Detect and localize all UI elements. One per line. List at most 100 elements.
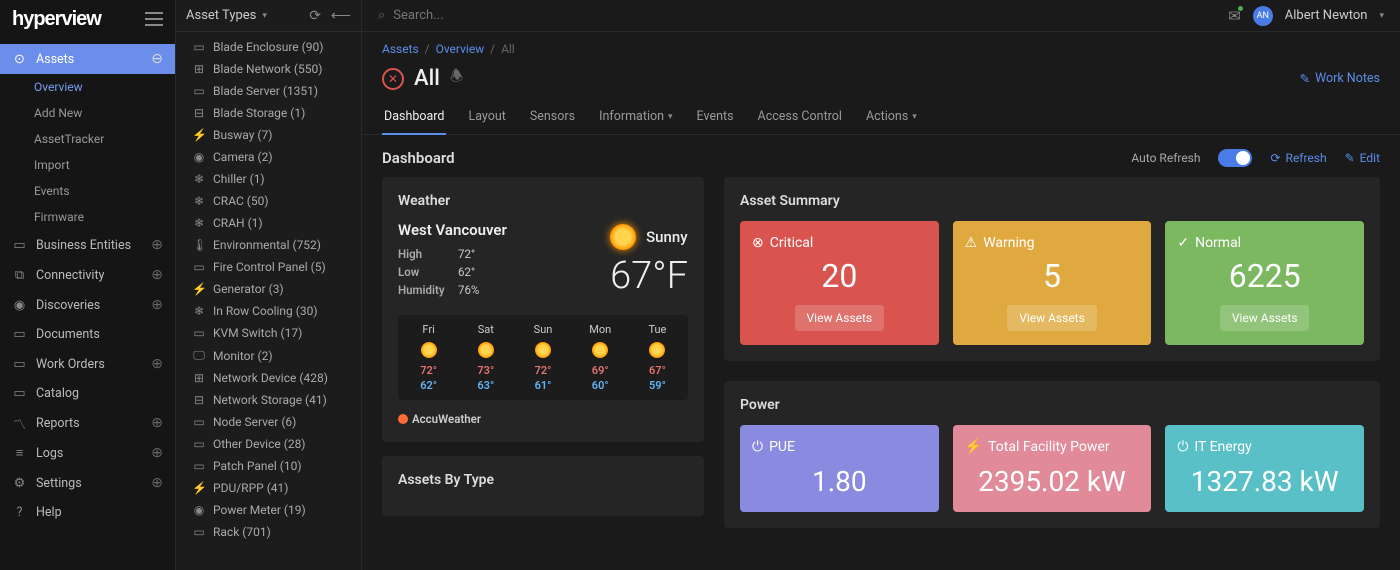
nav-connectivity[interactable]: ⧉Connectivity⊕	[0, 260, 175, 290]
weather-condition: Sunny	[646, 228, 687, 246]
chevron-down-icon[interactable]: ▾	[1379, 11, 1384, 21]
type-icon: ⊞	[192, 371, 206, 385]
work-notes-button[interactable]: ✎Work Notes	[1300, 71, 1380, 87]
edit-button[interactable]: ✎Edit	[1345, 151, 1380, 165]
nav-sub-add-new[interactable]: Add New	[0, 100, 175, 126]
nav-assets[interactable]: ⊙Assets ⊖	[0, 44, 175, 74]
tree-item[interactable]: 🖵Monitor (2)	[176, 344, 361, 367]
tabs: Dashboard Layout Sensors Information▾ Events…	[362, 101, 1400, 135]
tab-sensors[interactable]: Sensors	[528, 101, 577, 134]
tree-item[interactable]: ⊞Network Device (428)	[176, 367, 361, 389]
expand-icon[interactable]: ⊕	[151, 356, 163, 372]
tab-actions[interactable]: Actions▾	[864, 101, 919, 134]
avatar[interactable]: AN	[1253, 6, 1273, 26]
view-normal-button[interactable]: View Assets	[1220, 305, 1310, 331]
nav-reports[interactable]: 〽Reports⊕	[0, 408, 175, 438]
check-icon: ✓	[1177, 235, 1189, 251]
chart-icon: 〽	[12, 416, 27, 431]
tree-item[interactable]: ▭Blade Enclosure (90)	[176, 36, 361, 58]
type-icon: ◉	[192, 150, 206, 164]
sun-icon	[478, 342, 494, 358]
list-icon: ≡	[12, 446, 27, 461]
nav-work-orders[interactable]: ▭Work Orders⊕	[0, 349, 175, 379]
asset-summary-card: Asset Summary ⊗Critical 20 View Assets ⚠…	[724, 177, 1380, 361]
bell-icon[interactable]: 🕭	[450, 66, 463, 91]
view-warning-button[interactable]: View Assets	[1007, 305, 1097, 331]
tab-information[interactable]: Information▾	[597, 101, 674, 134]
tab-access-control[interactable]: Access Control	[756, 101, 844, 134]
tree-item[interactable]: ▭KVM Switch (17)	[176, 322, 361, 344]
nav-business-entities[interactable]: ▭Business Entities⊕	[0, 230, 175, 260]
global-search[interactable]: ⌕	[378, 8, 693, 23]
nav-sub-events[interactable]: Events	[0, 178, 175, 204]
folder-icon: ▭	[12, 327, 27, 342]
tree-item[interactable]: ▭Node Server (6)	[176, 411, 361, 433]
nav-catalog[interactable]: ▭Catalog	[0, 379, 175, 408]
type-icon: ⚡	[192, 481, 206, 495]
expand-icon[interactable]: ⊕	[151, 445, 163, 461]
nav-sub-assettracker[interactable]: AssetTracker	[0, 126, 175, 152]
type-icon: ▭	[192, 437, 206, 451]
tree-item[interactable]: ⚡Busway (7)	[176, 124, 361, 146]
link-icon: ⧉	[12, 268, 27, 283]
forecast-day: Tue67°59°	[631, 323, 684, 392]
user-name[interactable]: Albert Newton	[1285, 8, 1368, 23]
tree-item[interactable]: ◉Power Meter (19)	[176, 499, 361, 521]
tree-item[interactable]: ⚡Generator (3)	[176, 278, 361, 300]
critical-icon: ⊗	[752, 235, 764, 251]
nav-settings[interactable]: ⚙Settings⊕	[0, 468, 175, 498]
asset-types-title[interactable]: Asset Types▾	[186, 8, 267, 23]
briefcase-icon: ▭	[12, 238, 27, 253]
tree-item[interactable]: ⊟Blade Storage (1)	[176, 102, 361, 124]
chevron-down-icon: ▾	[912, 112, 917, 122]
tab-dashboard[interactable]: Dashboard	[382, 101, 446, 134]
tree-item[interactable]: ❄Chiller (1)	[176, 168, 361, 190]
pencil-icon: ✎	[1345, 151, 1355, 165]
nav-sub-overview[interactable]: Overview	[0, 74, 175, 100]
expand-icon[interactable]: ⊕	[151, 475, 163, 491]
tab-events[interactable]: Events	[695, 101, 736, 134]
expand-icon[interactable]: ⊕	[151, 415, 163, 431]
search-input[interactable]	[393, 8, 693, 23]
crumb-assets[interactable]: Assets	[382, 42, 419, 56]
mail-icon[interactable]: ✉	[1228, 7, 1241, 25]
tree-item[interactable]: ❄CRAH (1)	[176, 212, 361, 234]
view-critical-button[interactable]: View Assets	[795, 305, 885, 331]
tree-item[interactable]: ▭Rack (701)	[176, 521, 361, 543]
back-icon[interactable]: ⟵	[331, 8, 351, 24]
tree-item[interactable]: ⚡PDU/RPP (41)	[176, 477, 361, 499]
auto-refresh-toggle[interactable]	[1218, 149, 1252, 167]
weather-city: West Vancouver	[398, 221, 507, 239]
tree-item[interactable]: ⊞Blade Network (550)	[176, 58, 361, 80]
tree-item[interactable]: ◉Camera (2)	[176, 146, 361, 168]
critical-count: 20	[752, 257, 927, 295]
tree-item[interactable]: ⊟Network Storage (41)	[176, 389, 361, 411]
tab-layout[interactable]: Layout	[466, 101, 507, 134]
bolt-icon: ⚡	[965, 439, 982, 455]
nav-documents[interactable]: ▭Documents	[0, 320, 175, 349]
expand-icon[interactable]: ⊕	[151, 267, 163, 283]
tree-item[interactable]: ❄CRAC (50)	[176, 190, 361, 212]
expand-icon[interactable]: ⊕	[151, 297, 163, 313]
expand-icon[interactable]: ⊕	[151, 237, 163, 253]
forecast-row: Fri72°62°Sat73°63°Sun72°61°Mon69°60°Tue6…	[398, 315, 688, 400]
tree-item[interactable]: ❄In Row Cooling (30)	[176, 300, 361, 322]
crumb-overview[interactable]: Overview	[436, 42, 485, 56]
main-content: ⌕ ✉ AN Albert Newton ▾ Assets / Overview…	[362, 0, 1400, 570]
nav-sub-firmware[interactable]: Firmware	[0, 204, 175, 230]
nav-help[interactable]: ?Help	[0, 498, 175, 527]
tree-item[interactable]: ▭Other Device (28)	[176, 433, 361, 455]
sidebar-toggle[interactable]	[145, 12, 163, 26]
nav-logs[interactable]: ≡Logs⊕	[0, 438, 175, 468]
forecast-day: Mon69°60°	[574, 323, 627, 392]
nav-sub-import[interactable]: Import	[0, 152, 175, 178]
collapse-icon[interactable]: ⊖	[151, 51, 163, 67]
weather-card: Weather West Vancouver High72° Low62° Hu…	[382, 177, 704, 442]
tree-item[interactable]: ▭Fire Control Panel (5)	[176, 256, 361, 278]
refresh-button[interactable]: ⟳Refresh	[1270, 151, 1326, 165]
tree-item[interactable]: 🌡Environmental (752)	[176, 234, 361, 256]
nav-discoveries[interactable]: ◉Discoveries⊕	[0, 290, 175, 320]
refresh-icon[interactable]: ⟳	[309, 8, 321, 24]
tree-item[interactable]: ▭Patch Panel (10)	[176, 455, 361, 477]
tree-item[interactable]: ▭Blade Server (1351)	[176, 80, 361, 102]
